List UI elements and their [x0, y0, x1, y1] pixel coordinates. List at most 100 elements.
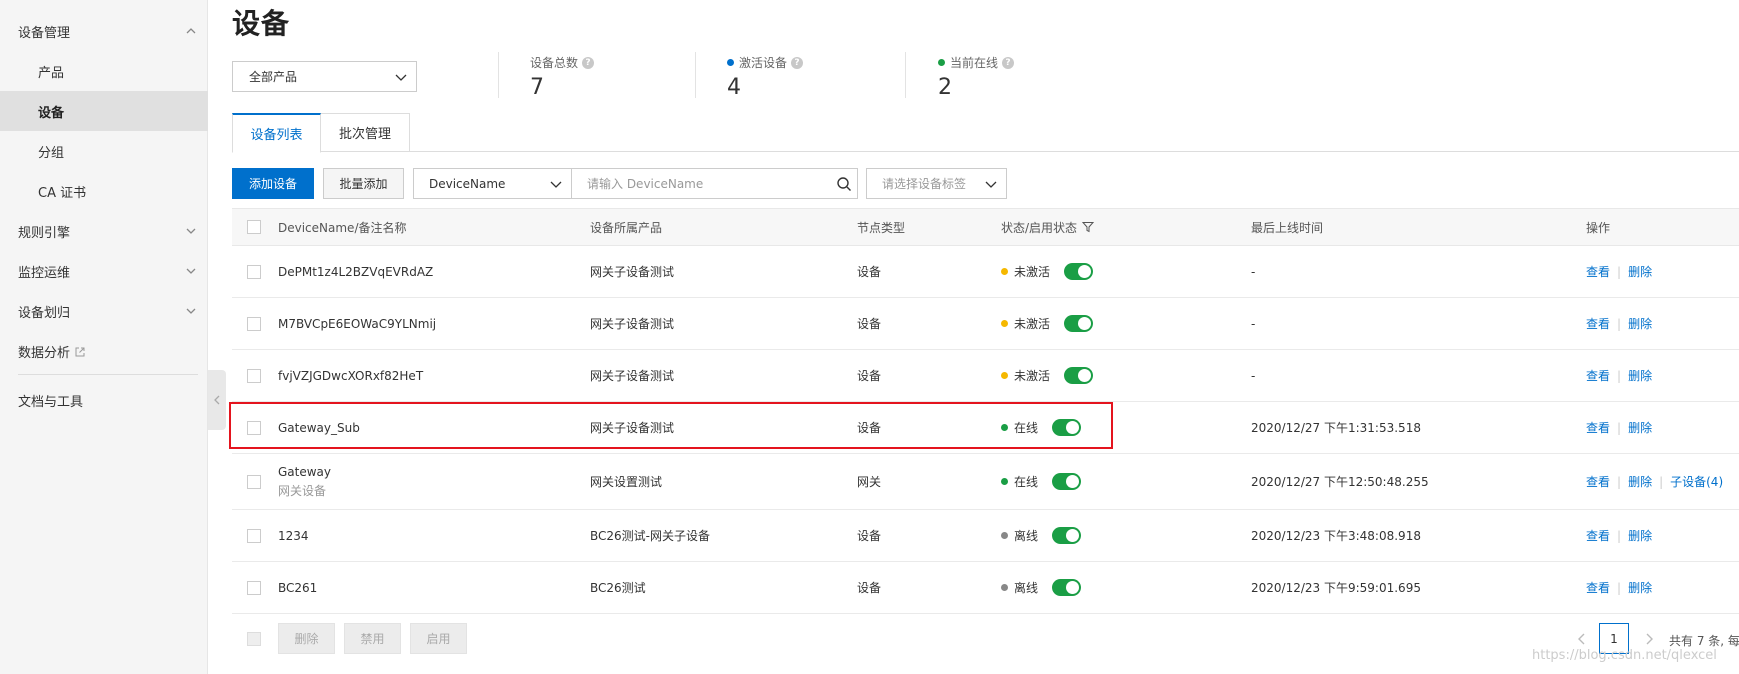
sidebar-item-data-analysis[interactable]: 数据分析 [0, 331, 208, 371]
help-icon[interactable]: ? [1002, 56, 1015, 69]
view-link[interactable]: 查看 [1586, 473, 1610, 490]
table-row: DePMt1z4L2BZVqEVRdAZ 网关子设备测试 设备 未激活 - 查看… [232, 246, 1739, 298]
action-separator: | [1659, 474, 1664, 489]
device-status: 未激活 [1001, 246, 1094, 297]
device-note: 网关设备 [278, 483, 327, 498]
row-checkbox[interactable] [247, 420, 261, 435]
column-header-status[interactable]: 状态/启用状态 [1001, 209, 1095, 245]
tab-device-list[interactable]: 设备列表 [232, 113, 321, 153]
row-checkbox[interactable] [247, 368, 261, 383]
device-tag-select[interactable]: 请选择设备标签 [866, 168, 1007, 199]
enable-toggle[interactable] [1052, 527, 1082, 544]
device-name: M7BVCpE6EOWaC9YLNmij [278, 316, 437, 331]
delete-link[interactable]: 删除 [1628, 315, 1652, 332]
row-actions: 查看 | 删除 | 子设备(4) [1586, 454, 1723, 509]
device-name: 1234 [278, 528, 309, 543]
enable-toggle[interactable] [1064, 315, 1094, 332]
footer-select-all-checkbox[interactable] [247, 632, 261, 646]
sidebar-item-device-transfer[interactable]: 设备划归 [0, 291, 208, 331]
node-type: 设备 [857, 369, 882, 383]
row-checkbox[interactable] [247, 528, 261, 543]
stat-divider [695, 52, 696, 98]
row-checkbox[interactable] [247, 580, 261, 595]
status-dot [1001, 478, 1008, 485]
product-select[interactable]: 全部产品 [232, 61, 417, 92]
view-link[interactable]: 查看 [1586, 263, 1610, 280]
stat-divider [498, 52, 499, 98]
last-online-time: 2020/12/23 下午9:59:01.695 [1251, 581, 1421, 595]
main-content: 设备 全部产品 设备总数? 7 激活设备? 4 当前在线? 2 设备列表 批次管… [232, 0, 1739, 674]
view-link[interactable]: 查看 [1586, 367, 1610, 384]
action-separator: | [1617, 580, 1622, 595]
view-link[interactable]: 查看 [1586, 527, 1610, 544]
sidebar-item-device-management[interactable]: 设备管理 [0, 11, 208, 51]
watermark: https://blog.csdn.net/qlexcel [1532, 648, 1717, 663]
delete-link[interactable]: 删除 [1628, 579, 1652, 596]
row-checkbox[interactable] [247, 474, 261, 489]
device-name: Gateway_Sub [278, 420, 360, 435]
row-actions: 查看 | 删除 [1586, 298, 1652, 349]
sidebar-item-rules-engine[interactable]: 规则引擎 [0, 211, 208, 251]
row-checkbox[interactable] [247, 264, 261, 279]
sidebar-item-docs-tools[interactable]: 文档与工具 [0, 380, 208, 420]
chevron-left-icon[interactable] [1575, 630, 1589, 648]
delete-link[interactable]: 删除 [1628, 473, 1652, 490]
table-row: 1234 BC26测试-网关子设备 设备 离线 2020/12/23 下午3:4… [232, 510, 1739, 562]
table-row: Gateway_Sub 网关子设备测试 设备 在线 2020/12/27 下午1… [232, 402, 1739, 454]
view-link[interactable]: 查看 [1586, 419, 1610, 436]
enable-toggle[interactable] [1052, 579, 1082, 596]
chevron-down-icon [395, 74, 407, 81]
stat-total-devices: 设备总数? 7 [530, 54, 595, 100]
action-separator: | [1617, 316, 1622, 331]
view-link[interactable]: 查看 [1586, 315, 1610, 332]
filter-icon[interactable] [1082, 221, 1095, 233]
sub-devices-link[interactable]: 子设备(4) [1670, 473, 1723, 490]
device-status: 在线 [1001, 402, 1082, 453]
bulk-delete-button[interactable]: 删除 [278, 623, 335, 654]
action-separator: | [1617, 264, 1622, 279]
last-online-time: - [1251, 368, 1256, 383]
device-product: 网关子设备测试 [590, 317, 675, 331]
search-icon[interactable] [836, 176, 852, 192]
add-device-button[interactable]: 添加设备 [232, 168, 314, 199]
table-row: Gateway 网关设备 网关设置测试 网关 在线 2020/12/27 下午1… [232, 454, 1739, 510]
enable-toggle[interactable] [1064, 263, 1094, 280]
search-input[interactable] [572, 168, 858, 199]
column-header: 操作 [1586, 220, 1611, 235]
help-icon[interactable]: ? [791, 56, 804, 69]
sidebar-collapse-handle[interactable] [208, 370, 226, 430]
sidebar-item-groups[interactable]: 分组 [0, 131, 208, 171]
delete-link[interactable]: 删除 [1628, 527, 1652, 544]
row-actions: 查看 | 删除 [1586, 562, 1652, 613]
enable-toggle[interactable] [1052, 419, 1082, 436]
view-link[interactable]: 查看 [1586, 579, 1610, 596]
device-status: 未激活 [1001, 350, 1094, 401]
bulk-enable-button[interactable]: 启用 [410, 623, 467, 654]
row-checkbox[interactable] [247, 316, 261, 331]
status-dot [1001, 320, 1008, 327]
table-header: DeviceName/备注名称 设备所属产品 节点类型 状态/启用状态 最后上线… [232, 208, 1739, 246]
node-type: 设备 [857, 581, 882, 595]
sidebar-item-ca-cert[interactable]: CA 证书 [0, 171, 208, 211]
help-icon[interactable]: ? [582, 56, 595, 69]
device-status: 离线 [1001, 510, 1082, 561]
batch-add-button[interactable]: 批量添加 [323, 168, 404, 199]
last-online-time: 2020/12/27 下午12:50:48.255 [1251, 475, 1429, 489]
chevron-right-icon[interactable] [1642, 630, 1656, 648]
page-title: 设备 [232, 7, 291, 40]
action-separator: | [1617, 368, 1622, 383]
delete-link[interactable]: 删除 [1628, 419, 1652, 436]
sidebar-divider [18, 374, 198, 375]
delete-link[interactable]: 删除 [1628, 367, 1652, 384]
last-online-time: 2020/12/23 下午3:48:08.918 [1251, 529, 1421, 543]
delete-link[interactable]: 删除 [1628, 263, 1652, 280]
sidebar-item-products[interactable]: 产品 [0, 51, 208, 91]
search-field-select[interactable]: DeviceName [413, 168, 572, 199]
enable-toggle[interactable] [1052, 473, 1082, 490]
sidebar-item-monitoring[interactable]: 监控运维 [0, 251, 208, 291]
tab-batch-management[interactable]: 批次管理 [321, 113, 410, 152]
select-all-checkbox[interactable] [247, 220, 261, 234]
bulk-disable-button[interactable]: 禁用 [344, 623, 401, 654]
sidebar-item-devices[interactable]: 设备 [0, 91, 208, 131]
enable-toggle[interactable] [1064, 367, 1094, 384]
